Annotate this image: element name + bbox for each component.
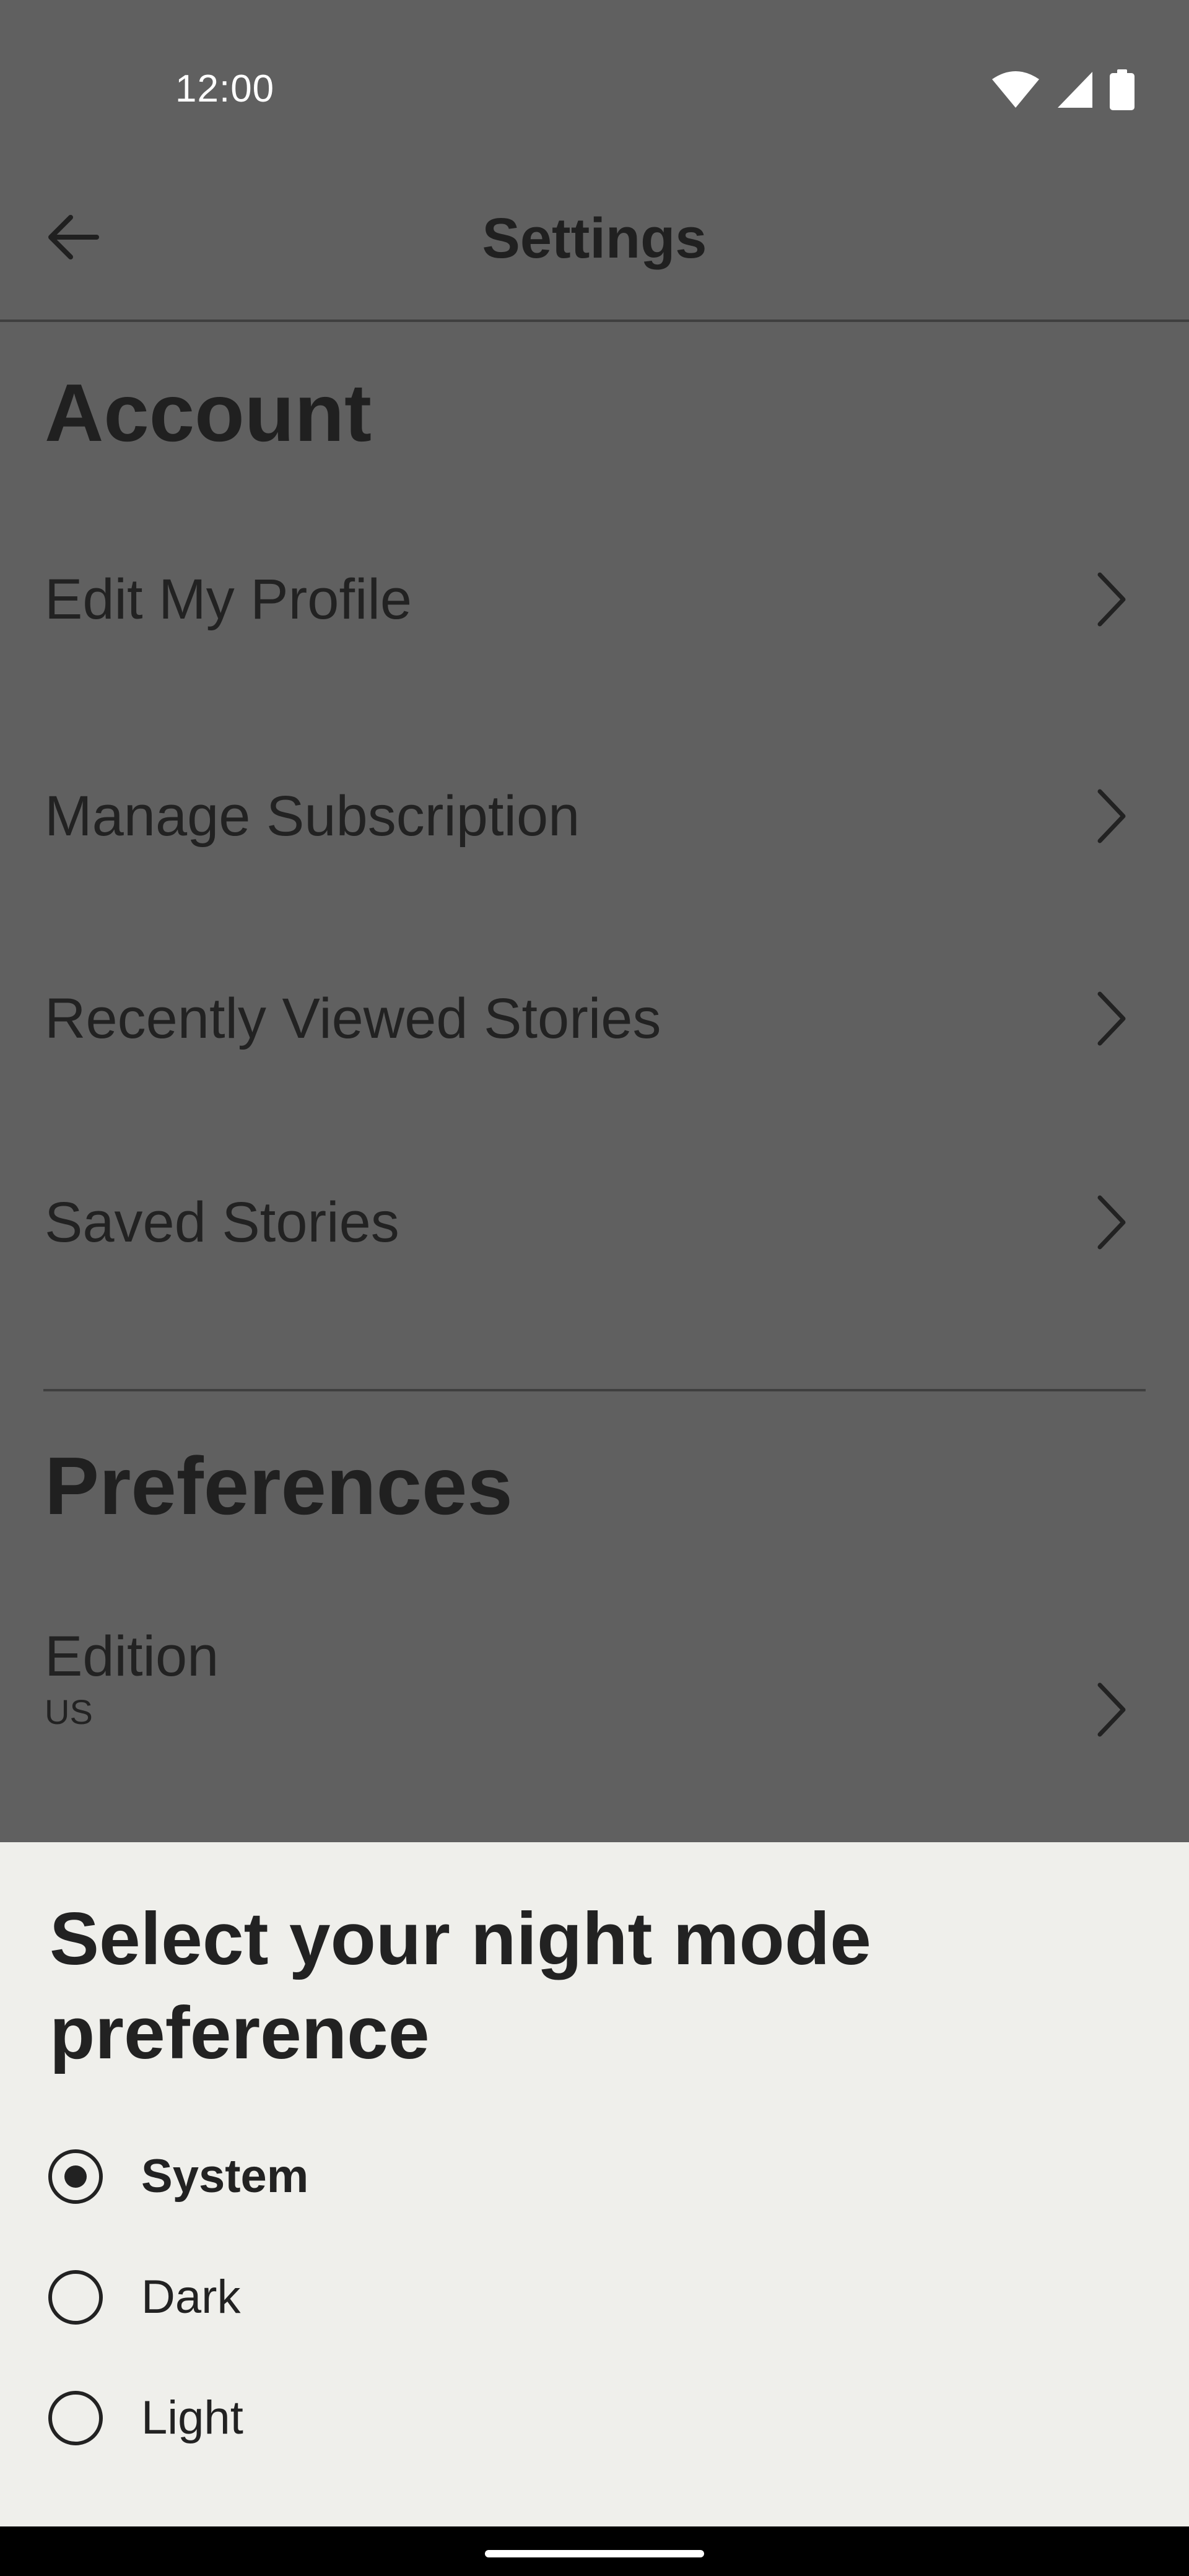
chevron-right-icon [1097, 991, 1126, 1046]
chevron-right-icon [1097, 1195, 1126, 1250]
settings-item-label: Saved Stories [45, 1191, 399, 1254]
sheet-title: Select your night mode preference [50, 1897, 871, 2074]
page-title: Settings [482, 207, 707, 270]
settings-item-recently-viewed[interactable]: Recently Viewed Stories [0, 941, 1189, 1096]
status-time: 12:00 [175, 67, 275, 110]
settings-item-value: US [45, 1692, 93, 1731]
radio-label: System [141, 2150, 309, 2203]
app-bar: Settings [0, 180, 1189, 322]
settings-item-label: Manage Subscription [45, 785, 580, 848]
gesture-handle[interactable] [485, 2550, 704, 2557]
status-icons [991, 69, 1135, 113]
settings-item-edit-profile[interactable]: Edit My Profile [0, 522, 1189, 677]
chevron-right-icon [1097, 1682, 1126, 1737]
radio-option-light[interactable]: Light [0, 2362, 1189, 2474]
settings-item-label: Edition [45, 1625, 219, 1688]
settings-item-label: Recently Viewed Stories [45, 987, 661, 1050]
radio-option-dark[interactable]: Dark [0, 2242, 1189, 2353]
wifi-icon [991, 71, 1040, 112]
system-navigation-bar [0, 2526, 1189, 2576]
settings-item-manage-subscription[interactable]: Manage Subscription [0, 739, 1189, 894]
account-heading: Account [45, 367, 372, 458]
radio-unselected-icon[interactable] [48, 2270, 103, 2325]
status-bar: 12:00 [0, 0, 1189, 180]
preferences-heading: Preferences [45, 1440, 513, 1531]
settings-item-edition[interactable]: Edition US [0, 1601, 1189, 1786]
settings-item-saved-stories[interactable]: Saved Stories [0, 1145, 1189, 1300]
settings-screen: 12:00 Settings Account Edit My Profile M… [0, 0, 1189, 2526]
night-mode-bottom-sheet: Select your night mode preference System… [0, 1842, 1189, 2526]
radio-selected-icon[interactable] [48, 2149, 103, 2204]
chevron-right-icon [1097, 572, 1126, 627]
section-divider [43, 1389, 1146, 1391]
radio-label: Light [141, 2391, 243, 2444]
chevron-right-icon [1097, 789, 1126, 843]
radio-label: Dark [141, 2271, 241, 2323]
settings-item-label: Edit My Profile [45, 568, 412, 631]
battery-icon [1110, 69, 1135, 113]
radio-unselected-icon[interactable] [48, 2391, 103, 2445]
radio-option-system[interactable]: System [0, 2121, 1189, 2232]
signal-icon [1056, 71, 1094, 112]
